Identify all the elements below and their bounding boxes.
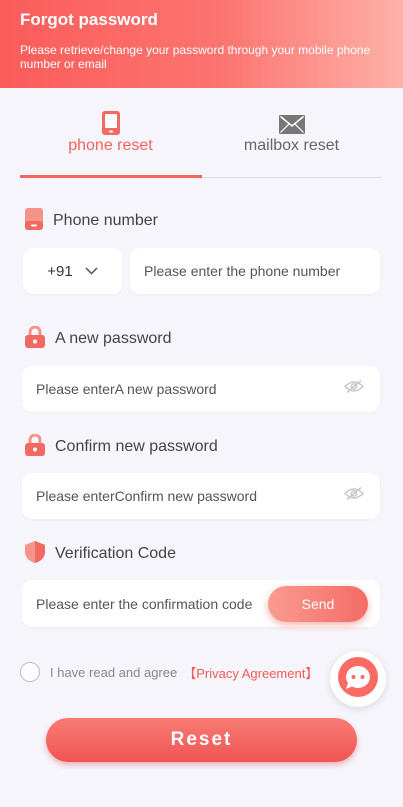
envelope-icon bbox=[278, 115, 305, 139]
page-subtitle: Please retrieve/change your password thr… bbox=[20, 43, 371, 71]
privacy-agreement-link[interactable]: 【Privacy Agreement】 bbox=[183, 663, 318, 682]
agreement-text: I have read and agree bbox=[50, 664, 178, 680]
tab-mailbox-reset[interactable]: mailbox reset bbox=[201, 108, 382, 178]
country-code-value: +91 bbox=[47, 262, 73, 280]
shield-icon bbox=[25, 540, 45, 568]
tab-phone-reset-label: phone reset bbox=[68, 137, 153, 154]
page-title: Forgot password bbox=[20, 10, 158, 29]
phone-number-label-row: Phone number bbox=[25, 207, 158, 235]
lock-icon bbox=[25, 433, 45, 461]
reset-button[interactable]: Reset bbox=[46, 718, 357, 762]
page-header: Forgot password Please retrieve/change y… bbox=[0, 0, 403, 88]
verification-label-row: Verification Code bbox=[25, 540, 176, 568]
new-password-input-box bbox=[22, 366, 380, 412]
eye-hidden-icon[interactable] bbox=[343, 486, 365, 506]
reset-method-tabs: phone reset mailbox reset bbox=[20, 108, 382, 178]
confirm-password-input-box bbox=[22, 473, 380, 519]
new-password-input[interactable] bbox=[22, 366, 380, 412]
send-code-button[interactable]: Send bbox=[268, 586, 368, 622]
new-password-label: A new password bbox=[55, 330, 172, 347]
phone-number-label: Phone number bbox=[53, 212, 158, 229]
confirm-password-label: Confirm new password bbox=[55, 438, 218, 455]
chat-icon bbox=[337, 656, 379, 703]
confirm-password-input[interactable] bbox=[22, 473, 380, 519]
phone-field-icon bbox=[25, 207, 43, 235]
country-code-select[interactable]: +91 bbox=[23, 248, 122, 294]
lock-icon bbox=[25, 325, 45, 353]
phone-icon bbox=[101, 111, 121, 140]
tab-phone-reset[interactable]: phone reset bbox=[20, 108, 201, 178]
agreement-checkbox[interactable] bbox=[20, 662, 40, 682]
phone-number-input-box bbox=[130, 248, 380, 294]
phone-number-input[interactable] bbox=[130, 248, 380, 294]
customer-service-button[interactable] bbox=[330, 651, 386, 707]
verification-code-label: Verification Code bbox=[55, 545, 176, 562]
tab-mailbox-reset-label: mailbox reset bbox=[243, 137, 340, 154]
chevron-down-icon bbox=[85, 262, 98, 280]
active-tab-indicator bbox=[20, 175, 202, 178]
new-password-label-row: A new password bbox=[25, 325, 172, 353]
agreement-row: I have read and agree 【Privacy Agreement… bbox=[20, 661, 318, 683]
eye-hidden-icon[interactable] bbox=[343, 379, 365, 399]
confirm-password-label-row: Confirm new password bbox=[25, 433, 218, 461]
